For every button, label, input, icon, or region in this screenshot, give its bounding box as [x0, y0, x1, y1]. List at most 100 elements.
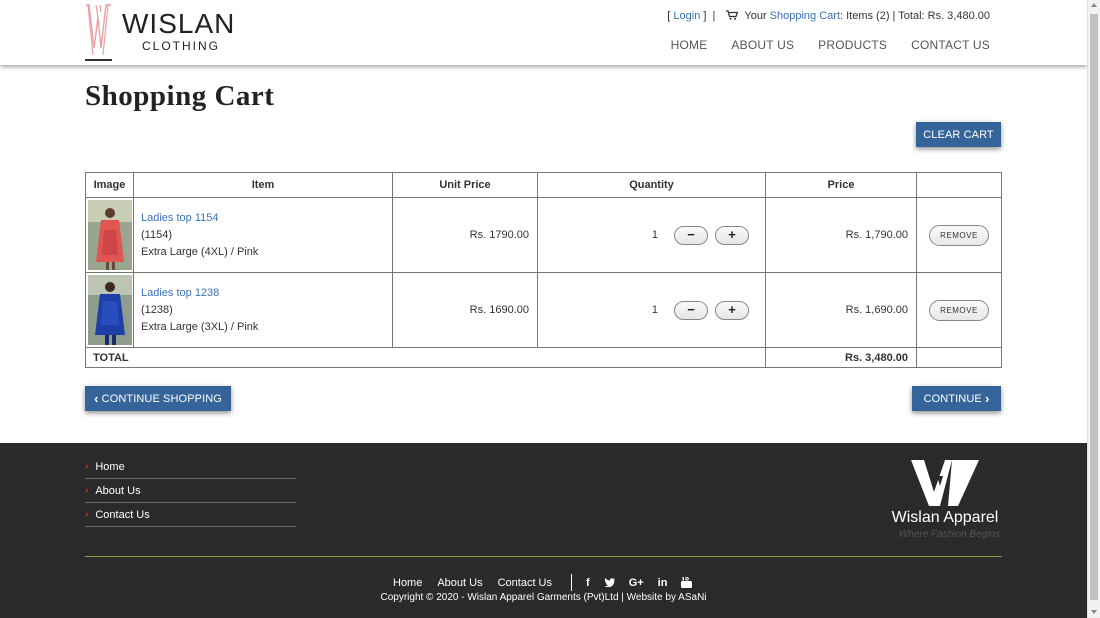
continue-shopping-label: CONTINUE SHOPPING [101, 392, 222, 405]
social-links: f G+ in [586, 577, 693, 589]
footer-link-about-us[interactable]: › About Us [85, 479, 296, 503]
item-variant: Extra Large (4XL) / Pink [141, 245, 259, 258]
linkedin-icon[interactable]: in [658, 577, 668, 589]
col-unit-price: Unit Price [392, 172, 538, 198]
footer-logo-text: Wislan Apparel [891, 509, 999, 526]
product-photo-blue-top-icon [87, 275, 132, 345]
wislan-apparel-logo-icon [911, 460, 979, 506]
total-label: TOTAL [85, 347, 766, 368]
item-code: (1154) [141, 228, 172, 241]
main-nav: HOME ABOUT US PRODUCTS CONTACT US [647, 38, 990, 52]
footer-nav-about-us[interactable]: About Us [437, 577, 482, 589]
footer-nav-contact-us[interactable]: Contact Us [498, 577, 552, 589]
increase-quantity-button[interactable]: + [715, 300, 749, 320]
login-link[interactable]: Login [673, 10, 700, 22]
cart-icon [725, 10, 738, 20]
vertical-scrollbar[interactable] [1087, 0, 1100, 618]
logo-underline [85, 59, 112, 61]
col-quantity: Quantity [537, 172, 766, 198]
quantity-cell: 1 − + [537, 197, 766, 273]
product-image[interactable] [87, 275, 132, 345]
table-row: Ladies top 1238 (1238) Extra Large (3XL)… [85, 272, 1002, 348]
table-row: Ladies top 1154 (1154) Extra Large (4XL)… [85, 197, 1002, 273]
site-logo[interactable]: WISLAN CLOTHING [85, 4, 245, 61]
decrease-quantity-button[interactable]: − [674, 225, 708, 245]
page-title: Shopping Cart [85, 80, 275, 112]
scroll-down-icon[interactable] [1091, 610, 1097, 614]
line-price: Rs. 1,690.00 [765, 272, 917, 348]
page: WISLAN CLOTHING [ Login ] | Your Shoppin… [0, 0, 1087, 618]
remove-button[interactable]: REMOVE [929, 224, 989, 246]
continue-label: CONTINUE [923, 392, 982, 405]
total-value: Rs. 3,480.00 [765, 347, 917, 368]
product-photo-pink-top-icon [87, 200, 132, 270]
footer-link-label: Home [95, 460, 125, 473]
continue-button[interactable]: CONTINUE › [912, 386, 1001, 411]
unit-price: Rs. 1790.00 [392, 197, 538, 273]
remove-cell: REMOVE [916, 272, 1002, 348]
col-price: Price [765, 172, 917, 198]
twitter-icon[interactable] [603, 578, 615, 587]
facebook-icon[interactable]: f [586, 577, 590, 589]
site-header: WISLAN CLOTHING [ Login ] | Your Shoppin… [0, 0, 1087, 65]
quantity-value: 1 [651, 229, 658, 241]
footer-logo: Wislan Apparel Where Fashion Begins [886, 458, 1004, 540]
nav-contact-us[interactable]: CONTACT US [911, 38, 990, 52]
item-name-link[interactable]: Ladies top 1238 [141, 285, 392, 302]
total-empty-cell [916, 347, 1002, 368]
footer-bottom-nav: Home About Us Contact Us f G+ in [393, 574, 693, 591]
item-name-link[interactable]: Ladies top 1154 [141, 210, 392, 227]
footer-nav-separator [571, 574, 573, 591]
item-code: (1238) [141, 303, 173, 316]
logo-sub-text: CLOTHING [142, 39, 221, 53]
footer-link-contact-us[interactable]: › Contact Us [85, 503, 296, 527]
item-cell: Ladies top 1154 (1154) Extra Large (4XL)… [133, 197, 393, 273]
cart-prefix: Your [744, 10, 767, 22]
logo-w-mark-icon [86, 4, 111, 56]
remove-button[interactable]: REMOVE [929, 299, 989, 321]
chevron-right-icon: › [85, 509, 89, 520]
continue-shopping-button[interactable]: ‹ CONTINUE SHOPPING [85, 386, 231, 411]
google-plus-icon[interactable]: G+ [629, 577, 644, 589]
copyright-text: Copyright © 2020 - Wislan Apparel Garmen… [380, 592, 707, 603]
cart-table: Image Item Unit Price Quantity Price Lad… [85, 172, 1002, 368]
col-actions [916, 172, 1002, 198]
site-footer: › Home › About Us › Contact Us Wislan Appar… [0, 443, 1087, 618]
col-item: Item [133, 172, 393, 198]
clear-cart-button[interactable]: CLEAR CART [916, 122, 1001, 147]
footer-link-home[interactable]: › Home [85, 455, 296, 479]
footer-logo-tagline: Where Fashion Begins [898, 529, 1000, 540]
item-cell: Ladies top 1238 (1238) Extra Large (3XL)… [133, 272, 393, 348]
chevron-right-icon: › [85, 461, 89, 472]
item-variant: Extra Large (3XL) / Pink [141, 320, 259, 333]
youtube-icon[interactable] [681, 577, 693, 588]
shopping-cart-link[interactable]: Shopping Cart [770, 10, 840, 22]
chevron-left-icon: ‹ [94, 391, 99, 406]
logo-brand-text: WISLAN [122, 8, 236, 39]
footer-links: › Home › About Us › Contact Us [85, 455, 296, 527]
table-header-row: Image Item Unit Price Quantity Price [85, 172, 1002, 198]
product-image-cell [85, 272, 134, 348]
line-price: Rs. 1,790.00 [765, 197, 917, 273]
increase-quantity-button[interactable]: + [715, 225, 749, 245]
total-row: TOTAL Rs. 3,480.00 [85, 347, 1002, 368]
quantity-value: 1 [651, 304, 658, 316]
product-image[interactable] [87, 200, 132, 270]
chevron-right-icon: › [984, 391, 990, 406]
remove-cell: REMOVE [916, 197, 1002, 273]
nav-products[interactable]: PRODUCTS [818, 38, 887, 52]
product-image-cell [85, 197, 134, 273]
footer-divider [85, 556, 1002, 557]
decrease-quantity-button[interactable]: − [674, 300, 708, 320]
top-bar: [ Login ] | Your Shopping Cart: Items (2… [667, 10, 990, 22]
footer-link-label: About Us [95, 484, 141, 497]
chevron-right-icon: › [85, 485, 89, 496]
col-image: Image [85, 172, 134, 198]
scrollbar-thumb[interactable] [1090, 14, 1098, 600]
nav-about-us[interactable]: ABOUT US [731, 38, 794, 52]
scroll-up-icon[interactable] [1091, 3, 1097, 7]
cart-summary: : Items (2) | Total: Rs. 3,480.00 [840, 10, 990, 22]
unit-price: Rs. 1690.00 [392, 272, 538, 348]
footer-nav-home[interactable]: Home [393, 577, 422, 589]
nav-home[interactable]: HOME [671, 38, 708, 52]
